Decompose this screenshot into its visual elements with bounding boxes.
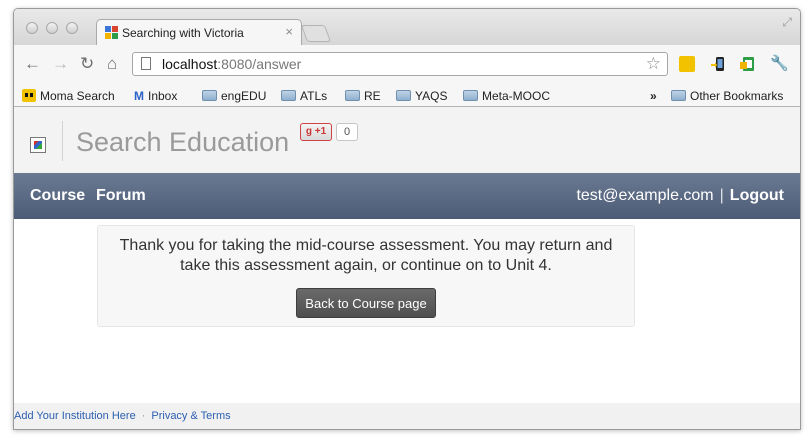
folder-icon xyxy=(463,90,478,101)
site-header: Search Education g +1 0 xyxy=(14,107,800,173)
new-tab-button[interactable] xyxy=(300,25,332,42)
moma-extension-icon[interactable] xyxy=(679,56,695,72)
site-title: Search Education xyxy=(76,127,290,157)
folder-icon xyxy=(345,90,360,101)
plusone-count: 0 xyxy=(336,123,358,141)
header-divider xyxy=(62,121,63,161)
back-to-course-button[interactable]: Back to Course page xyxy=(296,288,436,318)
minimize-window-button[interactable] xyxy=(46,22,58,34)
gmail-icon: M xyxy=(134,89,144,103)
tab-title: Searching with Victoria xyxy=(122,26,244,40)
tab-strip: Searching with Victoria × ⤢ xyxy=(14,9,800,46)
course-navbar: Course Forum test@example.com | Logout xyxy=(14,173,800,219)
footer-add-institution-link[interactable]: Add Your Institution Here xyxy=(14,410,136,422)
page-icon xyxy=(141,57,151,70)
fullscreen-icon[interactable]: ⤢ xyxy=(782,15,792,30)
search-favicon-icon xyxy=(105,26,118,39)
user-separator: | xyxy=(719,187,724,204)
bookmark-inbox[interactable]: M Inbox xyxy=(134,89,177,103)
folder-icon xyxy=(396,90,411,101)
bookmark-other-bookmarks[interactable]: Other Bookmarks xyxy=(671,89,783,103)
footer-separator: · xyxy=(141,410,146,422)
bookmark-moma-search[interactable]: Moma Search xyxy=(22,89,115,103)
logout-link[interactable]: Logout xyxy=(730,187,784,204)
bookmark-engedu[interactable]: engEDU xyxy=(202,89,266,103)
bookmark-re[interactable]: RE xyxy=(345,89,381,103)
bookmark-atls[interactable]: ATLs xyxy=(281,89,327,103)
folder-icon xyxy=(281,90,296,101)
phone-extension-icon[interactable] xyxy=(710,56,726,72)
bookmarks-overflow-icon[interactable]: » xyxy=(650,89,657,103)
sheets-extension-icon[interactable] xyxy=(740,56,756,72)
folder-icon xyxy=(671,90,686,101)
bookmark-meta-mooc[interactable]: Meta-MOOC xyxy=(463,89,550,103)
site-logo-icon[interactable] xyxy=(30,137,46,153)
moma-badge-icon xyxy=(22,89,36,102)
back-arrow-icon[interactable]: ← xyxy=(24,54,41,74)
folder-icon xyxy=(202,90,217,101)
bookmarks-bar: Moma Search M Inbox engEDU ATLs RE YAQS M… xyxy=(14,85,800,107)
nav-forum-link[interactable]: Forum xyxy=(96,187,146,205)
reload-icon[interactable]: ↻ xyxy=(80,54,94,74)
google-plusone-button[interactable]: g +1 xyxy=(300,123,332,141)
zoom-window-button[interactable] xyxy=(66,22,78,34)
browser-toolbar: ← → ↻ ⌂ localhost:8080/answer ☆ 🔧 xyxy=(14,45,800,85)
browser-tab[interactable]: Searching with Victoria × xyxy=(96,19,302,46)
bookmark-yaqs[interactable]: YAQS xyxy=(396,89,447,103)
page-footer: Add Your Institution Here · Privacy & Term… xyxy=(14,403,800,429)
forward-arrow-icon[interactable]: → xyxy=(52,54,69,74)
user-area: test@example.com | Logout xyxy=(576,187,784,205)
confirmation-message: Thank you for taking the mid-course asse… xyxy=(119,237,613,274)
url-text: localhost:8080/answer xyxy=(162,56,302,72)
bookmark-star-icon[interactable]: ☆ xyxy=(646,54,661,74)
browser-window: Searching with Victoria × ⤢ ← → ↻ ⌂ loca… xyxy=(13,8,801,430)
home-icon[interactable]: ⌂ xyxy=(107,54,117,74)
wrench-menu-icon[interactable]: 🔧 xyxy=(770,54,789,74)
nav-course-link[interactable]: Course xyxy=(30,187,85,205)
close-tab-icon[interactable]: × xyxy=(285,24,293,39)
user-email: test@example.com xyxy=(576,187,714,204)
close-window-button[interactable] xyxy=(26,22,38,34)
footer-privacy-terms-link[interactable]: Privacy & Terms xyxy=(151,410,230,422)
address-bar[interactable]: localhost:8080/answer ☆ xyxy=(132,52,668,76)
assessment-confirmation-panel: Thank you for taking the mid-course asse… xyxy=(97,225,635,327)
